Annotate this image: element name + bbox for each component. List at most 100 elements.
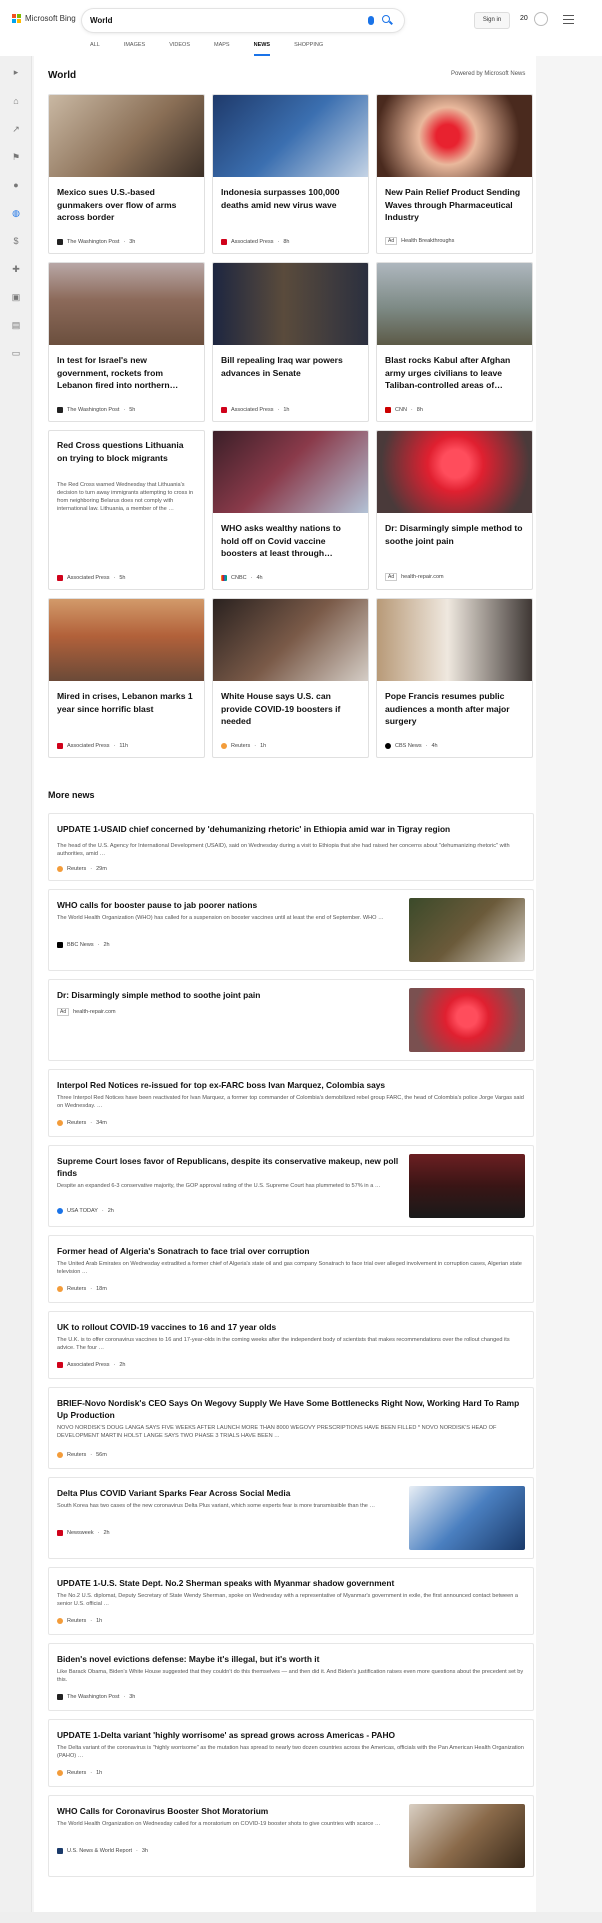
age: 2h — [119, 1362, 126, 1368]
globe-icon[interactable]: ◍ — [11, 208, 21, 218]
card-title[interactable]: White House says U.S. can provide COVID-… — [221, 690, 360, 728]
news-list-item[interactable]: UPDATE 1-USAID chief concerned by 'dehum… — [48, 813, 534, 881]
news-snippet: The World Health Organization on Wednesd… — [57, 1821, 381, 1827]
tab-maps[interactable]: MAPS — [214, 40, 230, 56]
card-title[interactable]: In test for Israel's new government, roc… — [57, 354, 196, 392]
search-input[interactable]: World — [82, 9, 404, 32]
card-title[interactable]: Mexico sues U.S.-based gunmakers over fl… — [57, 186, 196, 224]
news-card[interactable]: White House says U.S. can provide COVID-… — [212, 598, 369, 758]
news-thumbnail[interactable] — [409, 1154, 525, 1218]
ad-card[interactable]: Dr: Disarmingly simple method to soothe … — [376, 430, 533, 590]
expand-icon[interactable]: ▸ — [11, 67, 21, 77]
news-card[interactable]: Mired in crises, Lebanon marks 1 year si… — [48, 598, 205, 758]
trending-icon[interactable]: ↗ — [11, 124, 21, 134]
news-list-item[interactable]: Interpol Red Notices re-issued for top e… — [48, 1069, 534, 1137]
source-name: U.S. News & World Report — [67, 1848, 133, 1854]
news-snippet: The head of the U.S. Agency for Internat… — [57, 843, 510, 857]
tab-all[interactable]: ALL — [90, 40, 100, 56]
news-title[interactable]: Former head of Algeria's Sonatrach to fa… — [57, 1245, 525, 1257]
menu-icon[interactable] — [563, 15, 574, 27]
news-list-item[interactable]: WHO calls for booster pause to jab poore… — [48, 889, 534, 971]
source-logo-icon — [57, 1848, 63, 1854]
card-title[interactable]: Indonesia surpasses 100,000 deaths amid … — [221, 186, 360, 211]
source-logo-icon — [221, 575, 227, 581]
news-list-item[interactable]: UPDATE 1-U.S. State Dept. No.2 Sherman s… — [48, 1567, 534, 1635]
card-source: CBS News · 4h — [385, 743, 438, 749]
card-title[interactable]: Bill repealing Iraq war powers advances … — [221, 354, 360, 379]
source-logo-icon — [57, 1770, 63, 1776]
news-list-item[interactable]: BRIEF-Novo Nordisk's CEO Says On Wegovy … — [48, 1387, 534, 1469]
politics-icon[interactable]: ▤ — [11, 320, 21, 330]
tab-images[interactable]: IMAGES — [124, 40, 145, 56]
age-sep: · — [90, 1770, 93, 1776]
news-thumbnail[interactable] — [409, 1804, 525, 1868]
news-list-item[interactable]: UPDATE 1-Delta variant 'highly worrisome… — [48, 1719, 534, 1787]
news-list-item[interactable]: Former head of Algeria's Sonatrach to fa… — [48, 1235, 534, 1303]
news-card[interactable]: WHO asks wealthy nations to hold off on … — [212, 430, 369, 590]
card-source: Associated Press · 8h — [221, 239, 289, 245]
rewards-icon[interactable] — [534, 12, 548, 26]
news-title[interactable]: Delta Plus COVID Variant Sparks Fear Acr… — [57, 1487, 399, 1499]
ad-list-item[interactable]: Dr: Disarmingly simple method to soothe … — [48, 979, 534, 1061]
bing-logo[interactable]: Microsoft Bing — [12, 14, 76, 23]
news-title[interactable]: BRIEF-Novo Nordisk's CEO Says On Wegovy … — [57, 1397, 525, 1421]
news-list-item[interactable]: WHO Calls for Coronavirus Booster Shot M… — [48, 1795, 534, 1877]
news-list-item[interactable]: Biden's novel evictions defense: Maybe i… — [48, 1643, 534, 1711]
news-source: USA TODAY · 2h — [57, 1208, 114, 1214]
news-thumbnail[interactable] — [409, 988, 525, 1052]
ad-card[interactable]: New Pain Relief Product Sending Waves th… — [376, 94, 533, 254]
news-title[interactable]: Supreme Court loses favor of Republicans… — [57, 1155, 399, 1179]
card-title[interactable]: Mired in crises, Lebanon marks 1 year si… — [57, 690, 196, 715]
news-card[interactable]: In test for Israel's new government, roc… — [48, 262, 205, 422]
news-title[interactable]: Dr: Disarmingly simple method to soothe … — [57, 989, 399, 1001]
flag-icon[interactable]: ⚑ — [11, 152, 21, 162]
rewards-count[interactable]: 20 — [520, 15, 528, 22]
card-title[interactable]: Pope Francis resumes public audiences a … — [385, 690, 524, 728]
news-title[interactable]: UPDATE 1-USAID chief concerned by 'dehum… — [57, 823, 525, 835]
news-thumbnail[interactable] — [409, 1486, 525, 1550]
age-sep: · — [123, 1694, 126, 1700]
news-title[interactable]: Biden's novel evictions defense: Maybe i… — [57, 1653, 525, 1665]
microphone-icon[interactable] — [368, 16, 374, 25]
entertainment-icon[interactable]: ▣ — [11, 292, 21, 302]
news-thumbnail[interactable] — [409, 898, 525, 962]
business-icon[interactable]: ▭ — [11, 348, 21, 358]
age: 2h — [103, 1530, 110, 1536]
card-title[interactable]: WHO asks wealthy nations to hold off on … — [221, 522, 360, 560]
tab-news[interactable]: NEWS — [253, 40, 271, 56]
source-logo-icon — [221, 239, 227, 245]
news-list-item[interactable]: UK to rollout COVID-19 vaccines to 16 an… — [48, 1311, 534, 1379]
card-title[interactable]: Blast rocks Kabul after Afghan army urge… — [385, 354, 524, 392]
sign-in-button[interactable]: Sign in — [474, 12, 510, 29]
card-title[interactable]: New Pain Relief Product Sending Waves th… — [385, 186, 524, 224]
news-card[interactable]: Mexico sues U.S.-based gunmakers over fl… — [48, 94, 205, 254]
age: 8h — [283, 239, 290, 245]
news-title[interactable]: UPDATE 1-U.S. State Dept. No.2 Sherman s… — [57, 1577, 525, 1589]
tab-shopping[interactable]: SHOPPING — [294, 40, 323, 56]
news-list-item[interactable]: Delta Plus COVID Variant Sparks Fear Acr… — [48, 1477, 534, 1559]
age: 29m — [96, 866, 107, 872]
card-snippet: The Red Cross warned Wednesday that Lith… — [57, 482, 194, 512]
news-card[interactable]: Bill repealing Iraq war powers advances … — [212, 262, 369, 422]
card-source: Associated Press · 11h — [57, 743, 128, 749]
card-title[interactable]: Dr: Disarmingly simple method to soothe … — [385, 522, 524, 547]
age: 3h — [129, 1694, 136, 1700]
news-list-item[interactable]: Supreme Court loses favor of Republicans… — [48, 1145, 534, 1227]
search-icon[interactable] — [382, 15, 390, 23]
news-card[interactable]: Red Cross questions Lithuania on trying … — [48, 430, 205, 590]
home-icon[interactable]: ⌂ — [11, 96, 21, 106]
finance-icon[interactable]: $ — [11, 236, 21, 246]
news-card[interactable]: Blast rocks Kabul after Afghan army urge… — [376, 262, 533, 422]
location-icon[interactable]: ● — [11, 180, 21, 190]
news-title[interactable]: WHO calls for booster pause to jab poore… — [57, 899, 399, 911]
news-title[interactable]: WHO Calls for Coronavirus Booster Shot M… — [57, 1805, 399, 1817]
age-sep: · — [410, 407, 413, 413]
science-icon[interactable]: ✚ — [11, 264, 21, 274]
tab-videos[interactable]: VIDEOS — [169, 40, 190, 56]
news-card[interactable]: Indonesia surpasses 100,000 deaths amid … — [212, 94, 369, 254]
news-title[interactable]: UPDATE 1-Delta variant 'highly worrisome… — [57, 1729, 525, 1741]
news-title[interactable]: UK to rollout COVID-19 vaccines to 16 an… — [57, 1321, 525, 1333]
news-title[interactable]: Interpol Red Notices re-issued for top e… — [57, 1079, 525, 1091]
card-title[interactable]: Red Cross questions Lithuania on trying … — [57, 439, 196, 464]
news-card[interactable]: Pope Francis resumes public audiences a … — [376, 598, 533, 758]
